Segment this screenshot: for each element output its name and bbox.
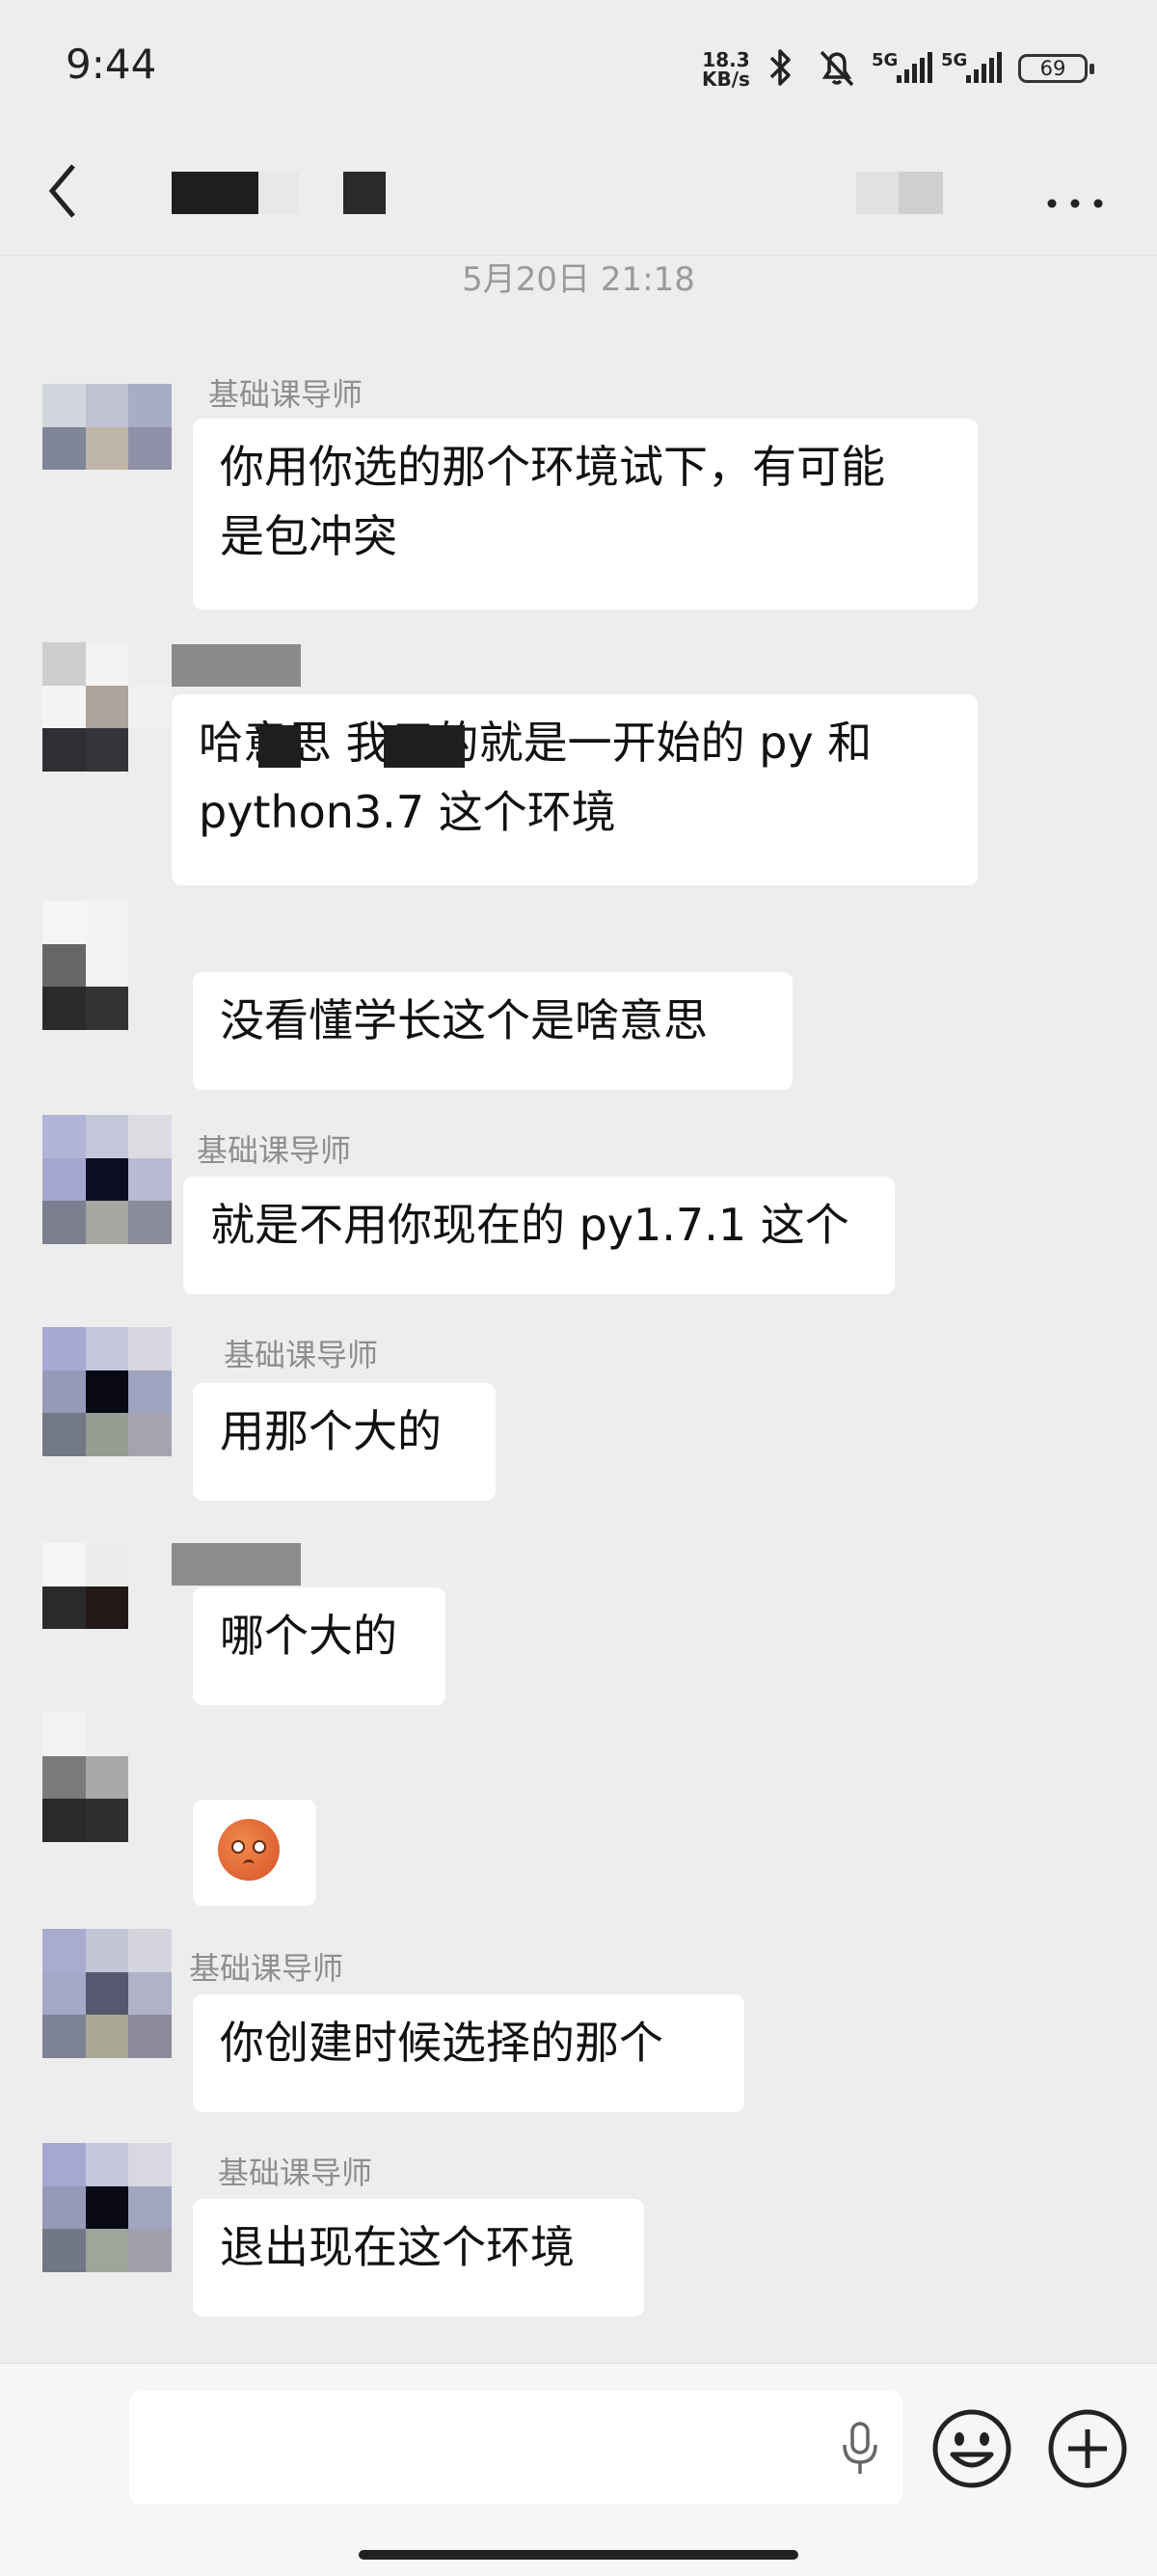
more-icon[interactable] xyxy=(1041,156,1109,224)
chat-input-bar xyxy=(0,2363,1157,2576)
message-bubble[interactable]: 退出现在这个环境 xyxy=(193,2199,644,2317)
avatar[interactable] xyxy=(42,1713,172,1842)
text-mosaic xyxy=(384,725,465,768)
avatar[interactable] xyxy=(42,1543,172,1672)
message-input[interactable] xyxy=(129,2391,902,2505)
avatar[interactable] xyxy=(42,642,172,772)
avatar[interactable] xyxy=(42,1327,172,1456)
network-speed-value: 18.3 xyxy=(702,48,750,71)
message-timestamp: 5月20日 21:18 xyxy=(462,260,695,299)
battery-indicator: 69 xyxy=(1018,54,1094,83)
message-bubble[interactable]: 你创建时候选择的那个 xyxy=(193,1994,744,2112)
sender-name: 基础课导师 xyxy=(224,1337,379,1373)
flushed-face-emoji-icon xyxy=(218,1819,280,1881)
name-mosaic xyxy=(172,1543,301,1586)
status-time: 9:44 xyxy=(66,41,157,88)
chat-title-mosaic xyxy=(343,172,386,214)
sender-name: 基础课导师 xyxy=(208,376,363,413)
avatar[interactable] xyxy=(42,2143,172,2272)
avatar[interactable] xyxy=(42,384,172,513)
avatar[interactable] xyxy=(42,1115,172,1244)
sender-name: 基础课导师 xyxy=(189,1950,344,1987)
emoji-icon[interactable] xyxy=(928,2404,1016,2493)
network-speed-unit: KB/s xyxy=(702,68,750,91)
message-bubble[interactable]: 用那个大的 xyxy=(193,1383,496,1501)
bluetooth-icon xyxy=(769,49,791,86)
sender-name: 基础课导师 xyxy=(218,2155,373,2191)
plus-icon[interactable] xyxy=(1043,2404,1132,2493)
microphone-icon[interactable] xyxy=(839,2420,881,2478)
name-mosaic xyxy=(172,644,301,687)
text-mosaic xyxy=(258,725,301,768)
message-bubble[interactable]: 哪个大的 xyxy=(193,1587,445,1705)
back-arrow-icon[interactable] xyxy=(39,152,96,230)
message-bubble[interactable]: 没看懂学长这个是啥意思 xyxy=(193,972,793,1090)
status-bar: 9:44 18.3 KB/s 5G 5G 69 xyxy=(0,0,1157,135)
message-bubble[interactable]: 哈意思 我用的就是一开始的 py 和 python3.7 这个环境 xyxy=(172,694,978,885)
mute-bell-icon xyxy=(820,50,854,87)
message-bubble[interactable]: 你用你选的那个环境试下，有可能 是包冲突 xyxy=(193,419,978,610)
message-bubble[interactable]: 就是不用你现在的 py1.7.1 这个 xyxy=(183,1177,895,1294)
signal-icon-2 xyxy=(966,52,1002,83)
chat-title-mosaic xyxy=(172,172,258,214)
avatar[interactable] xyxy=(42,1929,172,2058)
chat-title-mosaic xyxy=(258,172,299,214)
chat-header xyxy=(0,135,1157,256)
network-speed: 18.3 KB/s xyxy=(702,50,750,89)
signal-icon-1 xyxy=(897,52,932,83)
home-indicator[interactable] xyxy=(359,2550,798,2560)
chat-title-mosaic xyxy=(856,172,899,214)
avatar[interactable] xyxy=(42,901,172,1030)
sender-name: 基础课导师 xyxy=(197,1132,352,1169)
chat-title-mosaic xyxy=(899,172,943,214)
